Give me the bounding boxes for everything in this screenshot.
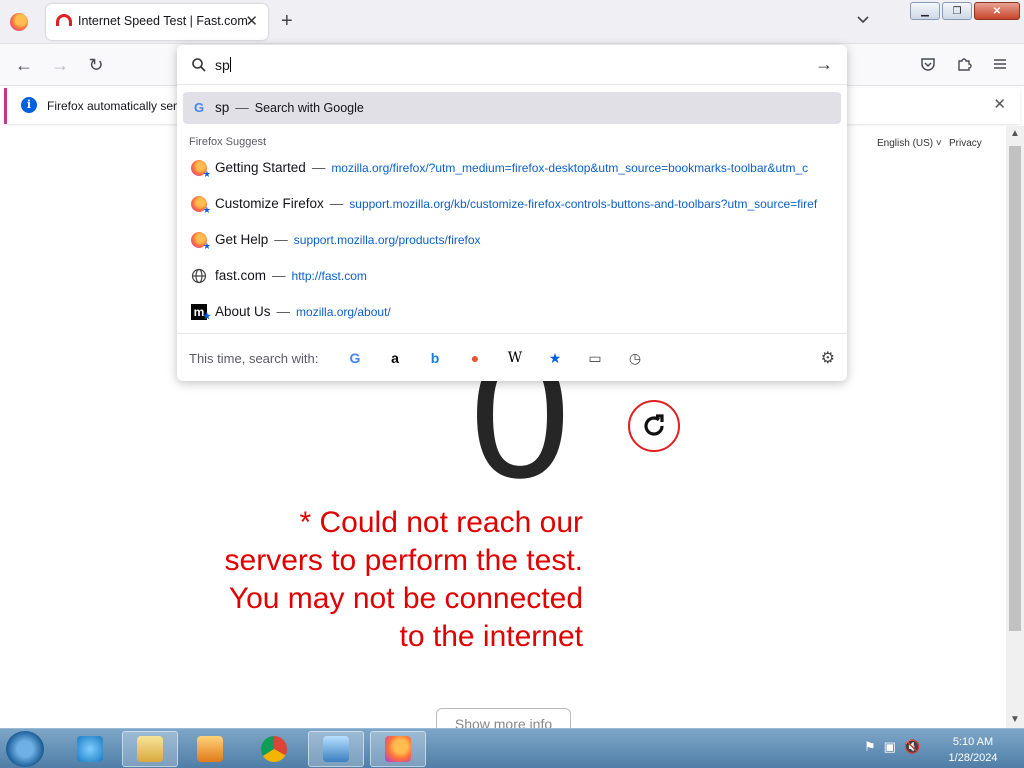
bing-engine-icon[interactable]: b: [426, 349, 444, 367]
taskbar: ⚑ ▣ 🔇 5:10 AM 1/28/2024: [0, 728, 1024, 768]
reload-icon[interactable]: ↻: [84, 54, 108, 76]
info-icon: i: [21, 97, 37, 113]
vertical-scrollbar[interactable]: ▲ ▼: [1006, 126, 1024, 728]
duckduckgo-engine-icon[interactable]: ●: [466, 349, 484, 367]
chevron-down-icon[interactable]: [856, 12, 870, 26]
minimize-button[interactable]: ▁: [910, 2, 940, 20]
search-icon: [192, 58, 206, 72]
restore-button[interactable]: ❐: [942, 2, 972, 20]
privacy-link[interactable]: Privacy: [949, 138, 982, 149]
window-controls: ▁ ❐ ✕: [910, 2, 1020, 20]
suggestion-title: Getting Started: [215, 160, 306, 175]
close-notification-icon[interactable]: ✕: [993, 95, 1006, 113]
one-off-label: This time, search with:: [189, 351, 319, 366]
search-query: sp: [215, 100, 230, 115]
file-explorer-button[interactable]: [122, 731, 178, 767]
suggestion-row[interactable]: fast.com — http://fast.com: [183, 260, 841, 292]
media-player-icon: [197, 736, 223, 762]
show-more-info-button[interactable]: Show more info: [436, 708, 571, 728]
bookmarks-star-icon[interactable]: ★: [546, 349, 564, 367]
firefox-bookmark-icon: ★: [191, 232, 211, 251]
go-arrow-icon[interactable]: →: [815, 54, 833, 75]
suggestion-row[interactable]: ★ Get Help — support.mozilla.org/products/…: [183, 224, 841, 256]
google-engine-icon[interactable]: G: [346, 349, 364, 367]
fast-com-favicon-icon: [56, 14, 72, 26]
volume-muted-icon[interactable]: 🔇: [904, 739, 920, 755]
suggestion-title: Get Help: [215, 232, 269, 247]
hamburger-menu-icon[interactable]: [992, 56, 1008, 72]
clock[interactable]: 5:10 AM 1/28/2024: [940, 734, 1006, 766]
media-player-button[interactable]: [182, 731, 238, 767]
folder-icon: [137, 736, 163, 762]
suggestion-url: mozilla.org/about/: [296, 305, 391, 319]
language-selector[interactable]: English (US) ˅: [877, 138, 942, 149]
start-button[interactable]: [6, 731, 44, 767]
clock-time: 5:10 AM: [952, 736, 994, 748]
globe-icon: [191, 268, 207, 284]
firefox-bookmark-icon: ★: [191, 196, 211, 215]
chrome-icon: [261, 736, 287, 762]
search-action: Search with Google: [254, 101, 364, 115]
forward-arrow-icon: →: [51, 55, 69, 75]
tab-fast-com[interactable]: Internet Speed Test | Fast.com ✕: [46, 4, 268, 40]
firefox-bookmark-icon: ★: [191, 160, 211, 179]
suggestion-url: support.mozilla.org/kb/customize-firefox…: [349, 197, 818, 211]
system-tray: ⚑ ▣ 🔇: [864, 739, 920, 755]
firefox-icon: [385, 736, 411, 762]
network-icon[interactable]: ▣: [884, 739, 896, 755]
scroll-up-icon[interactable]: ▲: [1010, 128, 1020, 139]
tab-title: Internet Speed Test | Fast.com: [78, 14, 248, 28]
search-google-row[interactable]: G sp — Search with Google: [183, 92, 841, 124]
firefox-menu-icon[interactable]: [10, 13, 28, 31]
address-input-value: sp: [215, 57, 230, 73]
tab-strip: Internet Speed Test | Fast.com ✕ + ▁ ❐ ✕: [0, 0, 1024, 44]
control-panel-icon: [323, 736, 349, 762]
address-bar[interactable]: sp →: [177, 45, 847, 85]
amazon-engine-icon[interactable]: a: [386, 349, 404, 367]
suggestion-row[interactable]: ★ Getting Started — mozilla.org/firefox/?u…: [183, 152, 841, 184]
history-clock-icon[interactable]: ◷: [626, 349, 644, 367]
new-tab-icon[interactable]: +: [281, 10, 293, 33]
extensions-puzzle-icon[interactable]: [956, 56, 972, 72]
firefox-suggest-label: Firefox Suggest: [189, 136, 267, 148]
suggestion-title: fast.com: [215, 268, 267, 283]
action-center-flag-icon[interactable]: ⚑: [864, 739, 876, 755]
suggestion-title: About Us: [215, 304, 271, 319]
error-message: * Could not reach our servers to perform…: [224, 506, 583, 653]
clock-date: 1/28/2024: [948, 752, 998, 764]
tabs-icon[interactable]: ▭: [586, 349, 604, 367]
suggestion-title: Customize Firefox: [215, 196, 324, 211]
wikipedia-engine-icon[interactable]: W: [506, 349, 524, 367]
control-panel-button[interactable]: [308, 731, 364, 767]
refresh-icon: [644, 414, 664, 436]
internet-explorer-icon: [77, 736, 103, 762]
close-tab-icon[interactable]: ✕: [245, 12, 258, 30]
suggestion-url: http://fast.com: [291, 269, 367, 283]
pocket-icon[interactable]: [920, 56, 936, 72]
gear-icon[interactable]: ⚙: [821, 348, 835, 368]
chrome-button[interactable]: [246, 731, 302, 767]
internet-explorer-button[interactable]: [62, 731, 118, 767]
back-arrow-icon[interactable]: ←: [12, 54, 36, 76]
url-dropdown: sp → G sp — Search with Google Firefox Sug…: [177, 45, 847, 381]
mozilla-bookmark-icon: m ★: [191, 304, 211, 321]
address-input[interactable]: sp: [215, 57, 231, 73]
scroll-down-icon[interactable]: ▼: [1010, 714, 1020, 725]
suggestion-row[interactable]: m ★ About Us — mozilla.org/about/: [183, 296, 841, 328]
scrollbar-thumb[interactable]: [1009, 146, 1021, 631]
one-off-search-bar: This time, search with: G a b ● W ★ ▭ ◷ …: [177, 333, 847, 381]
suggestion-url: support.mozilla.org/products/firefox: [293, 233, 481, 247]
suggestion-url: mozilla.org/firefox/?utm_medium=firefox-…: [331, 161, 809, 175]
notification-text: Firefox automatically sen: [47, 99, 180, 113]
close-window-button[interactable]: ✕: [974, 2, 1020, 20]
firefox-window: Internet Speed Test | Fast.com ✕ + ▁ ❐ ✕…: [0, 0, 1024, 768]
retry-button[interactable]: [628, 400, 680, 452]
suggestion-row[interactable]: ★ Customize Firefox — support.mozilla.org/…: [183, 188, 841, 220]
google-icon: G: [193, 100, 205, 115]
firefox-taskbar-button[interactable]: [370, 731, 426, 767]
